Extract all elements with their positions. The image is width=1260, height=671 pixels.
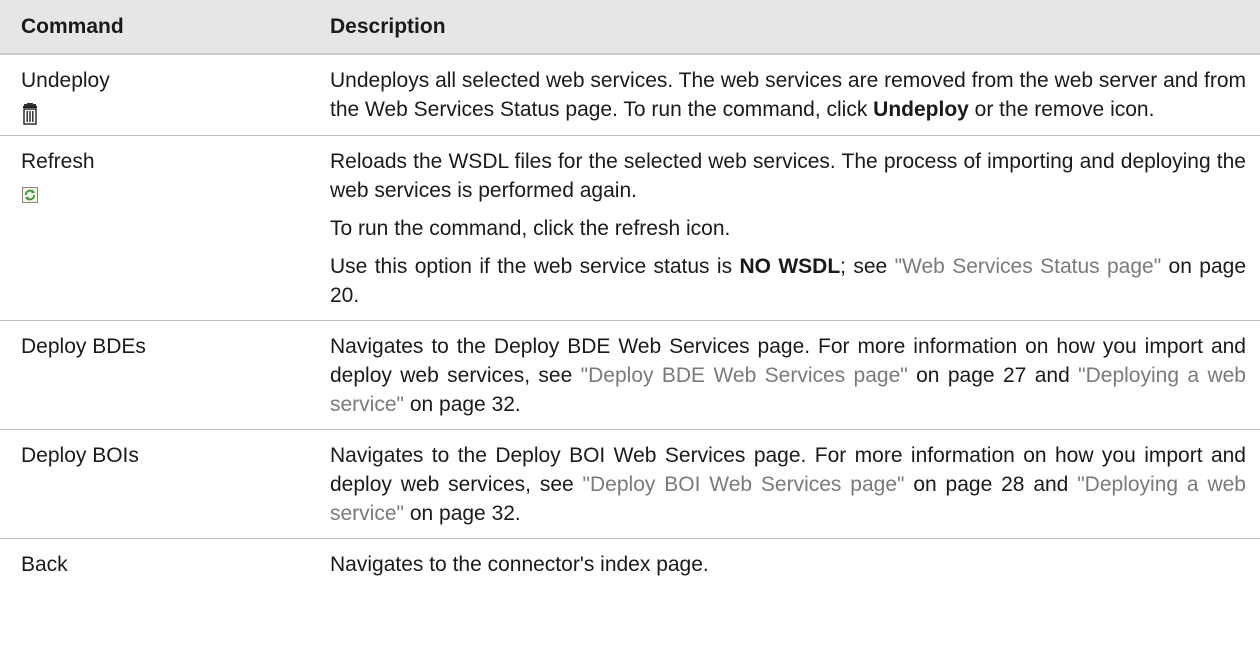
- command-column-header: Command: [0, 0, 312, 55]
- command-cell: Deploy BDEs: [0, 320, 312, 430]
- table-row: Back Navigates to the connector's index …: [0, 539, 1260, 586]
- commands-table: Command Description Undeploy Undeploys a…: [0, 0, 1260, 585]
- undeploy-description: Undeploys all selected web services. The…: [330, 69, 1246, 121]
- trash-icon[interactable]: [21, 103, 39, 125]
- deploy-bde-web-services-page-link[interactable]: "Deploy BDE Web Services page": [581, 364, 908, 387]
- table-row: Undeploy Undeploys all selected web serv…: [0, 54, 1260, 136]
- refresh-description: Reloads the WSDL files for the selected …: [330, 150, 1246, 202]
- command-cell: Back: [0, 539, 312, 586]
- table-row: Refresh Reloads the WSDL files for the s…: [0, 135, 1260, 321]
- command-name-back: Back: [21, 553, 68, 576]
- description-cell: Navigates to the Deploy BOI Web Services…: [312, 429, 1260, 539]
- description-column-header: Description: [312, 0, 1260, 55]
- description-cell: Undeploys all selected web services. The…: [312, 54, 1260, 136]
- command-cell: Refresh: [0, 135, 312, 321]
- refresh-run-instruction: To run the command, click the refresh ic…: [330, 217, 731, 240]
- web-services-status-page-link[interactable]: "Web Services Status page": [895, 255, 1162, 278]
- back-description: Navigates to the connector's index page.: [330, 553, 709, 576]
- table-header-row: Command Description: [0, 0, 1260, 55]
- deploy-bdes-description: Navigates to the Deploy BDE Web Services…: [330, 335, 1246, 416]
- description-cell: Navigates to the connector's index page.: [312, 539, 1260, 586]
- refresh-icon[interactable]: [21, 184, 39, 206]
- refresh-usage-note: Use this option if the web service statu…: [330, 255, 1246, 307]
- table-row: Deploy BDEs Navigates to the Deploy BDE …: [0, 320, 1260, 430]
- command-name-undeploy: Undeploy: [21, 69, 110, 92]
- command-cell: Deploy BOIs: [0, 429, 312, 539]
- command-cell: Undeploy: [0, 54, 312, 136]
- deploy-boi-web-services-page-link[interactable]: "Deploy BOI Web Services page": [583, 473, 905, 496]
- command-name-deploy-bois: Deploy BOIs: [21, 444, 139, 467]
- description-cell: Navigates to the Deploy BDE Web Services…: [312, 320, 1260, 430]
- command-name-deploy-bdes: Deploy BDEs: [21, 335, 146, 358]
- table-row: Deploy BOIs Navigates to the Deploy BOI …: [0, 429, 1260, 539]
- deploy-bois-description: Navigates to the Deploy BOI Web Services…: [330, 444, 1246, 525]
- command-name-refresh: Refresh: [21, 150, 95, 173]
- description-cell: Reloads the WSDL files for the selected …: [312, 135, 1260, 321]
